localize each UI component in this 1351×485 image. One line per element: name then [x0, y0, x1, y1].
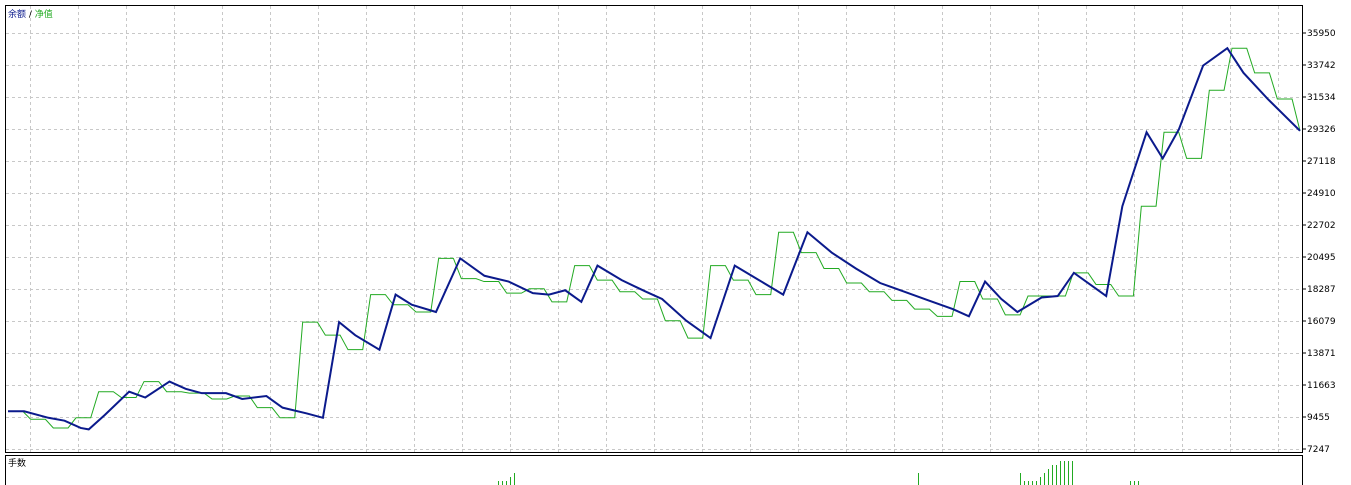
y-tick-label: 20495: [1307, 253, 1336, 263]
y-tick-label: 16079: [1307, 317, 1336, 327]
y-tick-label: 9455: [1307, 413, 1330, 423]
y-tick-label: 29326: [1307, 125, 1336, 135]
y-tick-label: 35950: [1307, 29, 1336, 39]
legend-equity: 净值: [35, 8, 53, 20]
y-axis: 7247 9455 11663 13871 16079 18287 20495 22702 24…: [1302, 29, 1336, 455]
equity-chart: 7247 9455 11663 13871 16079 18287 20495 22702 24…: [5, 5, 1336, 485]
y-tick-label: 27118: [1307, 157, 1336, 167]
y-tick-label: 22702: [1307, 221, 1336, 231]
volume-label: 手数: [8, 457, 26, 469]
legend-balance: 余额: [8, 8, 26, 20]
volume-panel-frame: [5, 455, 1303, 485]
y-tick-label: 13871: [1307, 349, 1336, 359]
y-tick-label: 33742: [1307, 61, 1336, 71]
y-tick-label: 11663: [1307, 381, 1336, 391]
legend: 余额 / 净值: [8, 8, 53, 20]
y-tick-label: 7247: [1307, 445, 1330, 455]
y-tick-label: 24910: [1307, 189, 1336, 199]
y-tick-label: 31534: [1307, 93, 1336, 103]
y-tick-label: 18287: [1307, 285, 1336, 295]
legend-separator: /: [26, 10, 35, 20]
